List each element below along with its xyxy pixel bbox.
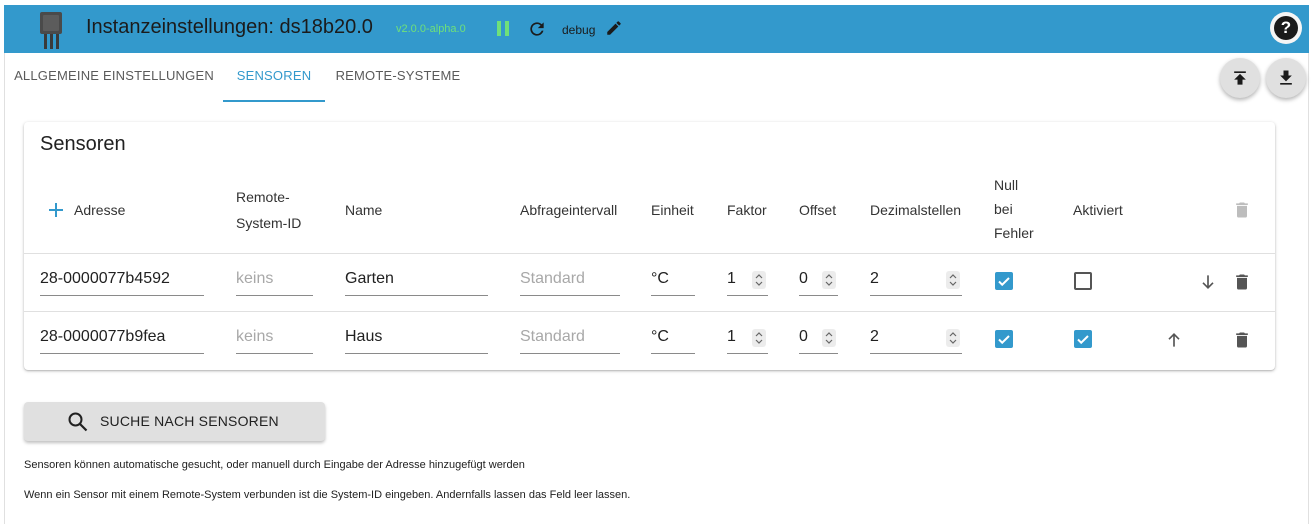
offset-value: 0	[799, 270, 808, 287]
search-sensors-label: SUCHE NACH SENSOREN	[100, 413, 279, 429]
help-icon: ?	[1274, 16, 1298, 40]
tab-general-settings[interactable]: ALLGEMEINE EINSTELLUNGEN	[14, 62, 214, 102]
null-on-error-checkbox[interactable]	[995, 330, 1013, 348]
log-level-label: debug	[562, 23, 596, 37]
tab-sensors[interactable]: SENSOREN	[223, 62, 325, 102]
column-null-line1: Null	[994, 177, 1019, 193]
column-null-line2: bei	[994, 201, 1013, 217]
pause-icon[interactable]	[497, 21, 511, 36]
sensors-card: Sensoren Adresse Remote- System-ID Name …	[24, 122, 1275, 370]
decimals-field[interactable]: 2	[870, 324, 962, 354]
name-field[interactable]: Haus	[345, 324, 488, 354]
card-title: Sensoren	[40, 133, 126, 155]
decimals-value: 2	[870, 270, 879, 287]
factor-field[interactable]: 1	[727, 324, 768, 354]
delete-icon[interactable]	[1232, 330, 1252, 350]
help-note-auto-search: Sensoren können automatische gesucht, od…	[24, 459, 525, 471]
column-decimals: Dezimalstellen	[870, 202, 962, 218]
factor-field[interactable]: 1	[727, 266, 768, 296]
column-offset: Offset	[799, 202, 837, 218]
column-remote-line2: System-ID	[236, 215, 302, 231]
remote-system-id-field[interactable]: keins	[236, 266, 313, 296]
edit-icon[interactable]	[605, 19, 623, 37]
upload-icon	[1234, 71, 1246, 85]
decimals-stepper[interactable]	[946, 271, 960, 289]
interval-field[interactable]: Standard	[520, 266, 620, 296]
check-icon	[1077, 335, 1089, 345]
column-name: Name	[345, 202, 383, 218]
row-divider	[24, 311, 1275, 312]
offset-field[interactable]: 0	[799, 324, 838, 354]
frame-border-right	[1308, 53, 1309, 524]
search-icon	[68, 412, 88, 432]
offset-field[interactable]: 0	[799, 266, 838, 296]
decimals-field[interactable]: 2	[870, 266, 962, 296]
unit-field[interactable]: °C	[651, 266, 695, 296]
unit-field[interactable]: °C	[651, 324, 695, 354]
column-null-on-error: Null bei Fehler	[994, 174, 1034, 244]
add-icon[interactable]	[47, 201, 65, 219]
version-badge: v2.0.0-alpha.0	[396, 23, 466, 35]
column-null-line3: Fehler	[994, 225, 1034, 241]
delete-all-icon[interactable]	[1232, 200, 1252, 220]
factor-stepper[interactable]	[752, 271, 766, 289]
check-icon	[998, 335, 1010, 345]
page-title: Instanzeinstellungen: ds18b20.0	[86, 16, 373, 38]
decimals-value: 2	[870, 328, 879, 345]
upload-config-button[interactable]	[1220, 58, 1260, 98]
offset-stepper[interactable]	[822, 271, 836, 289]
column-remote-line1: Remote-	[236, 189, 290, 205]
header-divider	[24, 253, 1275, 254]
sensor-logo-icon	[40, 12, 62, 49]
column-address: Adresse	[74, 202, 126, 218]
download-config-button[interactable]	[1266, 58, 1306, 98]
search-sensors-button[interactable]: SUCHE NACH SENSOREN	[24, 402, 325, 441]
column-enabled: Aktiviert	[1073, 202, 1123, 218]
column-remote-system-id: Remote- System-ID	[236, 186, 301, 234]
help-note-remote-system: Wenn ein Sensor mit einem Remote-System …	[24, 489, 631, 501]
column-unit: Einheit	[651, 202, 694, 218]
frame-border-left	[4, 53, 5, 524]
factor-stepper[interactable]	[752, 329, 766, 347]
remote-system-id-field[interactable]: keins	[236, 324, 313, 354]
delete-icon[interactable]	[1232, 272, 1252, 292]
reload-icon[interactable]	[527, 19, 547, 39]
help-button[interactable]: ?	[1270, 12, 1302, 44]
address-field[interactable]: 28-0000077b9fea	[40, 324, 204, 354]
factor-value: 1	[727, 270, 736, 287]
check-icon	[998, 277, 1010, 287]
arrow-up-icon[interactable]	[1164, 330, 1184, 350]
name-field[interactable]: Garten	[345, 266, 488, 296]
address-field[interactable]: 28-0000077b4592	[40, 266, 204, 296]
column-factor: Faktor	[727, 202, 767, 218]
arrow-down-icon[interactable]	[1198, 272, 1218, 292]
interval-field[interactable]: Standard	[520, 324, 620, 354]
offset-value: 0	[799, 328, 808, 345]
decimals-stepper[interactable]	[946, 329, 960, 347]
enabled-checkbox[interactable]	[1074, 272, 1092, 290]
tab-remote-systems[interactable]: REMOTE-SYSTEME	[334, 62, 462, 102]
download-icon	[1280, 70, 1292, 85]
offset-stepper[interactable]	[822, 329, 836, 347]
null-on-error-checkbox[interactable]	[995, 272, 1013, 290]
app-header: Instanzeinstellungen: ds18b20.0 v2.0.0-a…	[4, 5, 1309, 53]
column-interval: Abfrageintervall	[520, 202, 618, 218]
factor-value: 1	[727, 328, 736, 345]
enabled-checkbox[interactable]	[1074, 330, 1092, 348]
